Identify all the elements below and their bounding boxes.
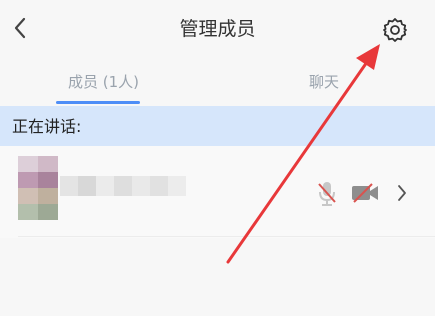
gear-icon xyxy=(383,18,407,42)
mic-muted-icon xyxy=(318,182,336,206)
tab-members[interactable]: 成员 (1人) xyxy=(68,72,139,92)
camera-off-icon xyxy=(352,183,378,203)
member-row[interactable] xyxy=(0,146,435,238)
header: 管理成员 xyxy=(0,0,435,58)
speaking-section: 正在讲话: xyxy=(0,106,435,146)
member-name-pixelated xyxy=(60,176,186,216)
member-detail-button[interactable] xyxy=(395,182,409,204)
tab-selected-indicator xyxy=(56,101,140,104)
page-title: 管理成员 xyxy=(179,18,256,40)
speaking-label: 正在讲话: xyxy=(12,117,82,136)
mic-toggle[interactable] xyxy=(316,180,338,208)
chevron-right-icon xyxy=(398,185,406,201)
divider xyxy=(18,236,435,237)
avatar xyxy=(18,156,58,220)
settings-button[interactable] xyxy=(382,17,408,43)
tab-bar: 成员 (1人) 聊天 xyxy=(0,62,435,106)
camera-toggle[interactable] xyxy=(350,182,380,204)
tab-chat[interactable]: 聊天 xyxy=(309,72,339,92)
